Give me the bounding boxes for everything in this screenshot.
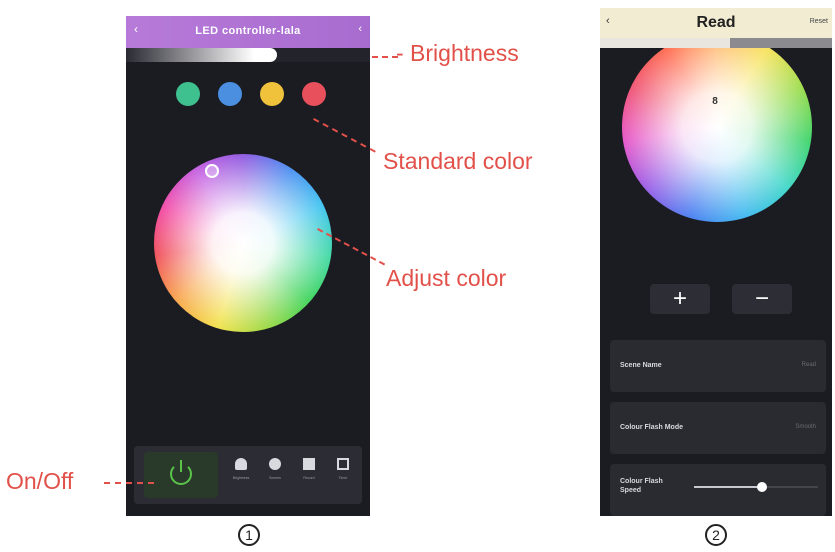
menu-icon[interactable]: ‹ <box>358 23 362 35</box>
flash-speed-label-2: Speed <box>620 487 642 494</box>
palette-icon <box>269 458 281 470</box>
add-button[interactable]: + <box>650 284 710 314</box>
reset-button[interactable]: Reset <box>810 18 828 25</box>
app-header: ‹ LED controller-lala ‹ <box>126 16 370 48</box>
scene-name-label: Scene Name <box>620 362 662 369</box>
speed-fill <box>694 486 763 488</box>
onoff-annotation: On/Off <box>6 468 74 494</box>
speed-slider[interactable] <box>694 482 818 492</box>
standard-color-annotation: Standard color <box>383 148 533 174</box>
figure-number-2: 2 <box>705 524 727 546</box>
app-title: LED controller-lala <box>195 25 301 37</box>
nav-label: Timer <box>338 476 348 480</box>
phone-screen-main: ‹ LED controller-lala ‹ Brightness Scenes… <box>126 16 370 516</box>
phone-screen-scene: 8 ‹ Read Reset + − Scene Name Read Colou… <box>600 8 832 516</box>
brightness-annotation: - Brightness <box>396 40 519 66</box>
standard-color-swatch[interactable] <box>260 82 284 106</box>
nav-item-timer[interactable]: Timer <box>326 458 360 498</box>
brightness-slider[interactable] <box>126 48 370 62</box>
nav-item-brightness[interactable]: Brightness <box>224 458 258 498</box>
nav-item-scenes[interactable]: Scenes <box>258 458 292 498</box>
nav-label: Brightness <box>232 476 250 480</box>
brightness-fill <box>126 48 278 62</box>
scene-tabbar <box>600 38 832 48</box>
nav-item-record[interactable]: Record <box>292 458 326 498</box>
standard-colors <box>176 82 326 108</box>
color-wheel-handle[interactable] <box>205 164 219 178</box>
flash-speed-row: Colour Flash Speed <box>610 464 826 516</box>
color-wheel-center <box>154 154 332 332</box>
scene-title: Read <box>696 14 736 31</box>
adjust-color-annotation: Adjust color <box>386 265 507 291</box>
figure: ‹ LED controller-lala ‹ Brightness Scenes… <box>0 0 835 552</box>
power-button[interactable] <box>144 452 218 498</box>
standard-color-swatch[interactable] <box>218 82 242 106</box>
flash-mode-value: Smooth <box>795 424 816 430</box>
brightness-leader <box>372 56 398 58</box>
flash-speed-label-1: Colour Flash <box>620 478 663 485</box>
power-icon-stem <box>180 460 182 472</box>
flash-mode-row[interactable]: Colour Flash Mode Smooth <box>610 402 826 454</box>
speed-knob[interactable] <box>757 482 768 492</box>
scene-name-value: Read <box>801 362 816 368</box>
music-icon <box>303 458 315 470</box>
scene-name-row[interactable]: Scene Name Read <box>610 340 826 392</box>
scene-header: ‹ Read Reset <box>600 8 832 38</box>
onoff-leader <box>104 482 154 484</box>
remove-button[interactable]: − <box>732 284 792 314</box>
scene-tab-active[interactable] <box>730 38 832 48</box>
flash-mode-label: Colour Flash Mode <box>620 424 683 431</box>
bottom-bar: Brightness Scenes Record Timer <box>134 446 362 504</box>
scene-color-wheel-center <box>622 32 812 222</box>
bulb-icon <box>235 458 247 470</box>
figure-number-1: 1 <box>238 524 260 546</box>
grid-icon <box>337 458 349 470</box>
nav-label: Record <box>303 476 315 480</box>
standard-color-swatch[interactable] <box>176 82 200 106</box>
wheel-marker[interactable]: 8 <box>709 96 721 108</box>
nav-label: Scenes <box>269 476 281 480</box>
standard-color-swatch[interactable] <box>302 82 326 106</box>
